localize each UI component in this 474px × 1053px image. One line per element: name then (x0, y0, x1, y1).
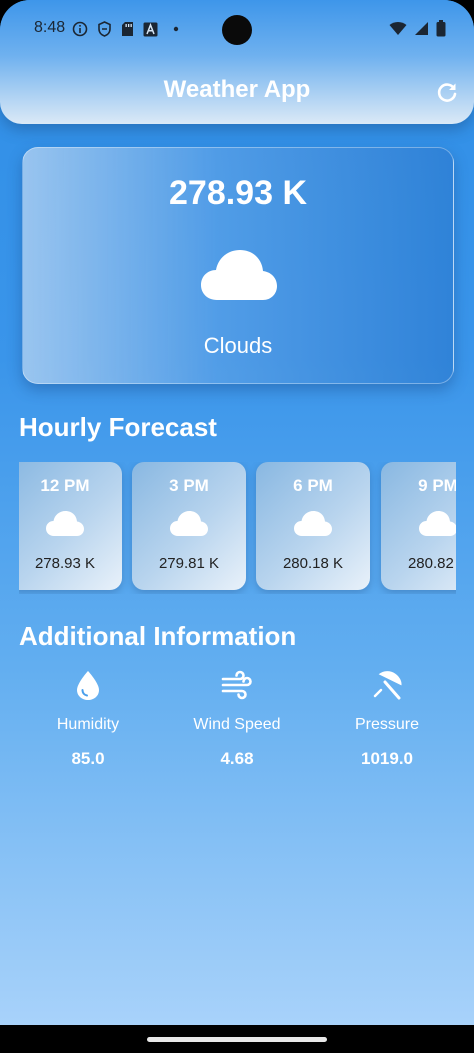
water-drop-icon (77, 671, 99, 700)
pressure-info: Pressure 1019.0 (317, 668, 457, 778)
app-screen: 8:48 Weather App 278.93 K Clouds Hourly … (0, 0, 474, 1025)
camera-cutout (222, 15, 252, 45)
sd-card-icon (122, 22, 133, 36)
hourly-forecast-card[interactable]: 9 PM 280.82 K (381, 462, 456, 590)
hour-temperature: 280.82 K (407, 555, 456, 572)
refresh-button[interactable] (434, 80, 460, 106)
gesture-nav-handle[interactable] (147, 1037, 327, 1042)
dot-icon (173, 26, 179, 32)
hourly-forecast-card[interactable]: 12 PM 278.93 K (19, 462, 122, 590)
hour-time: 9 PM (418, 476, 456, 495)
info-icon (72, 21, 88, 37)
battery-icon (436, 20, 446, 37)
additional-info-title: Additional Information (19, 621, 297, 651)
humidity-value: 85.0 (71, 749, 105, 768)
hourly-forecast-list[interactable]: 12 PM 278.93 K 3 PM 279.81 K 6 PM 280.18… (19, 462, 456, 594)
current-condition: Clouds (203, 333, 273, 358)
current-weather-card: 278.93 K Clouds (22, 147, 454, 384)
wind-speed-value: 4.68 (220, 749, 254, 768)
wifi-icon (389, 22, 407, 35)
hour-temperature: 278.93 K (34, 555, 96, 572)
wind-speed-info: Wind Speed 4.68 (167, 668, 307, 778)
cloud-icon (170, 511, 208, 536)
hourly-forecast-card[interactable]: 6 PM 280.18 K (256, 462, 370, 590)
shield-icon (98, 21, 111, 37)
wind-speed-label: Wind Speed (193, 716, 281, 733)
humidity-label: Humidity (56, 716, 120, 733)
status-right-icons (389, 20, 446, 37)
cloud-icon (201, 250, 277, 300)
humidity-info: Humidity 85.0 (18, 668, 158, 778)
pressure-value: 1019.0 (361, 749, 413, 768)
current-temperature: 278.93 K (169, 174, 307, 212)
cloud-icon (294, 511, 332, 536)
status-left-icons (72, 21, 181, 37)
hour-time: 3 PM (169, 476, 209, 495)
hour-temperature: 279.81 K (158, 555, 220, 572)
hourly-forecast-title: Hourly Forecast (19, 412, 217, 442)
hour-time: 12 PM (40, 476, 90, 495)
hourly-forecast-card[interactable]: 3 PM 279.81 K (132, 462, 246, 590)
refresh-icon (437, 83, 457, 102)
signal-icon (415, 22, 428, 35)
status-time: 8:48 (34, 19, 66, 36)
pressure-label: Pressure (354, 716, 420, 733)
cloud-icon (46, 511, 84, 536)
beach-umbrella-icon (373, 671, 402, 700)
font-icon (143, 22, 158, 36)
status-bar: 8:48 (0, 0, 474, 62)
hour-temperature: 280.18 K (282, 555, 344, 572)
app-title: Weather App (163, 76, 311, 103)
cloud-icon (419, 511, 456, 536)
wind-icon (221, 670, 252, 700)
hour-time: 6 PM (293, 476, 333, 495)
